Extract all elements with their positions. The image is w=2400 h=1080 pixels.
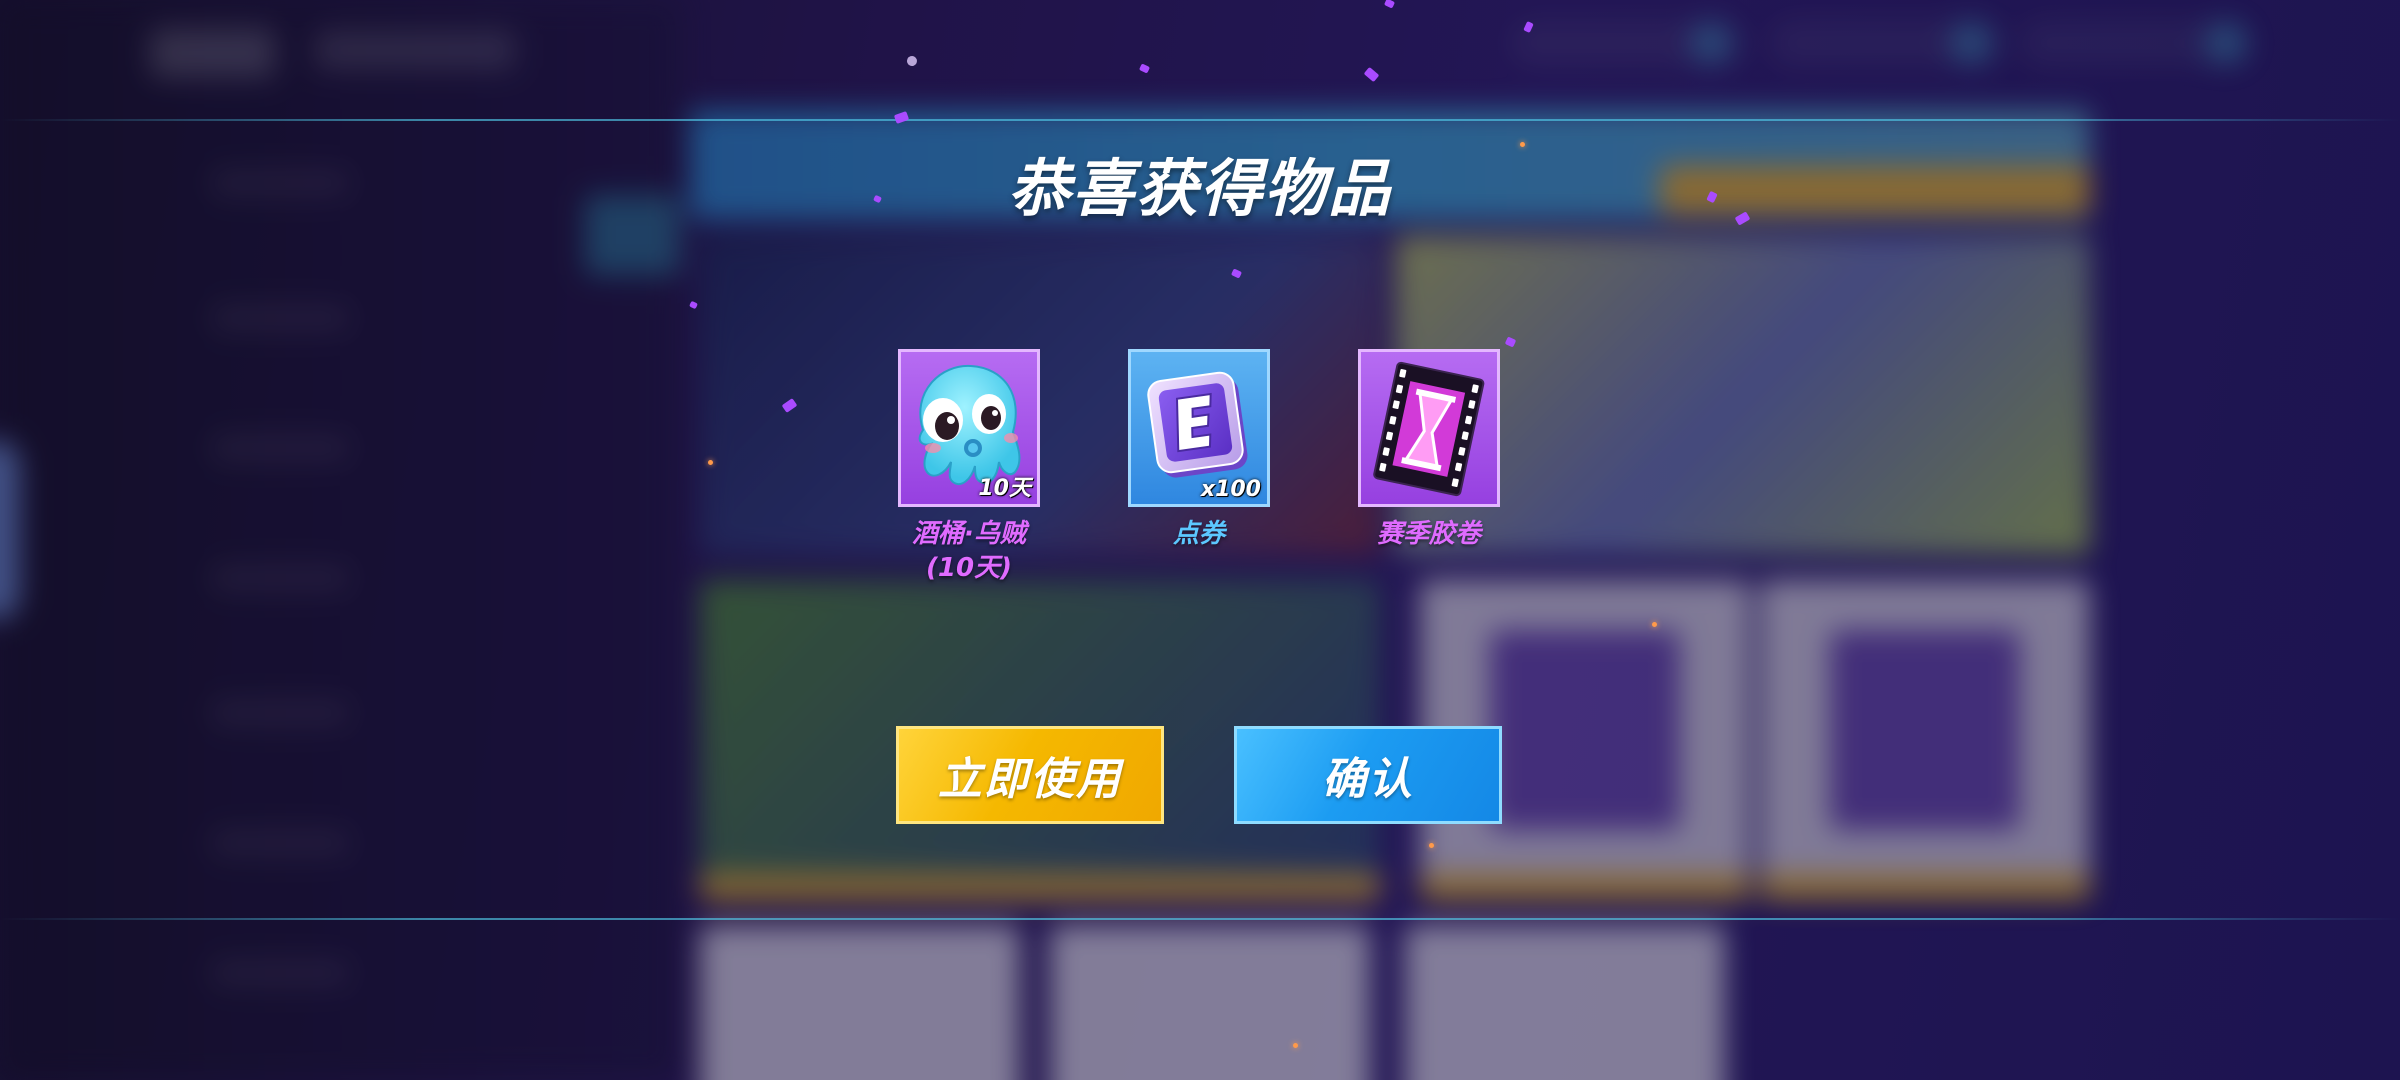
separator-bottom xyxy=(0,918,2400,920)
confirm-button[interactable]: 确认 xyxy=(1234,726,1502,824)
reward-name: 酒桶·乌贼 (10天) xyxy=(869,517,1069,585)
reward-item-octopus[interactable]: 10天 酒桶·乌贼 (10天) xyxy=(869,349,1069,585)
spark xyxy=(1429,843,1434,848)
reward-name: 点券 xyxy=(1099,517,1299,551)
reward-name: 赛季胶卷 xyxy=(1329,517,1529,551)
season-film-icon xyxy=(1373,361,1485,497)
reward-name-line1: 赛季胶卷 xyxy=(1376,519,1481,549)
reward-frame xyxy=(1358,349,1500,507)
use-now-button[interactable]: 立即使用 xyxy=(896,726,1164,824)
spark xyxy=(1652,622,1657,627)
spark xyxy=(1293,1043,1298,1048)
reward-screen: 恭喜获得物品 10天 酒桶·乌贼 (10天) x100 点券 赛季胶卷 立即使用… xyxy=(0,0,2400,1080)
reward-item-season-film[interactable]: 赛季胶卷 xyxy=(1329,349,1529,551)
reward-name-line2: (10天) xyxy=(926,553,1012,583)
separator-top xyxy=(0,119,2400,121)
reward-name-line1: 酒桶·乌贼 xyxy=(912,519,1026,549)
reward-name-line1: 点券 xyxy=(1172,519,1225,549)
reward-frame: 10天 xyxy=(898,349,1040,507)
reward-quantity: 10天 xyxy=(978,476,1031,501)
dialog-title: 恭喜获得物品 xyxy=(1007,152,1392,225)
spark xyxy=(708,460,713,465)
reward-item-coupon[interactable]: x100 点券 xyxy=(1099,349,1299,551)
reward-frame: x100 xyxy=(1128,349,1270,507)
reward-quantity: x100 xyxy=(1200,477,1261,502)
